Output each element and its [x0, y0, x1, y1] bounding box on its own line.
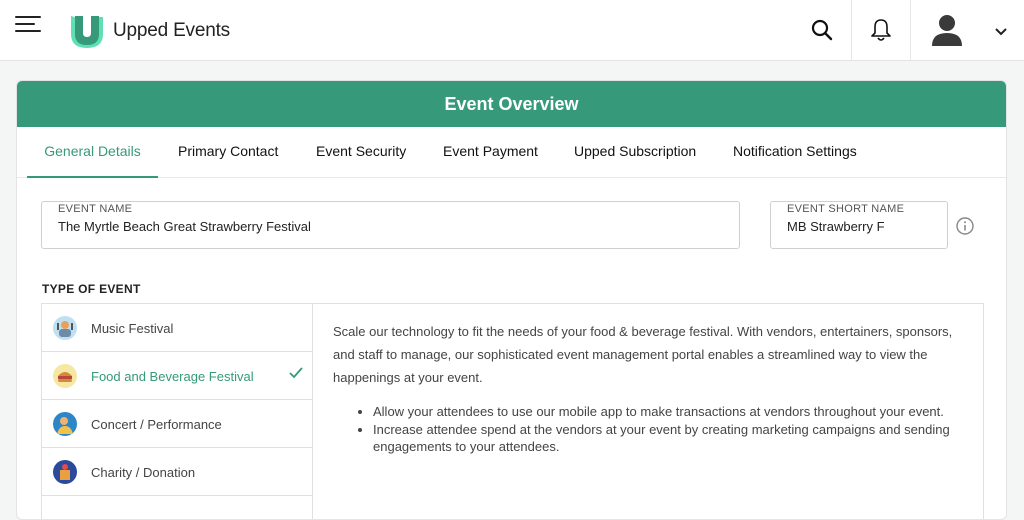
event-name-value[interactable]: The Myrtle Beach Great Strawberry Festiv… [58, 219, 311, 234]
food-festival-icon [53, 364, 77, 388]
type-of-event-title: TYPE OF EVENT [42, 282, 141, 296]
info-icon[interactable] [956, 217, 974, 235]
description-bullets: Allow your attendees to use our mobile a… [373, 403, 963, 455]
card-title: Event Overview [17, 81, 1006, 127]
description-bullet: Allow your attendees to use our mobile a… [373, 403, 963, 420]
tab-event-security[interactable]: Event Security [316, 127, 406, 178]
tab-notification-settings[interactable]: Notification Settings [733, 127, 857, 178]
tab-upped-subscription[interactable]: Upped Subscription [574, 127, 696, 178]
tab-event-payment[interactable]: Event Payment [443, 127, 538, 178]
event-type-label: Charity / Donation [91, 465, 196, 480]
tab-primary-contact[interactable]: Primary Contact [178, 127, 278, 178]
event-type-label: Food and Beverage Festival [91, 369, 254, 384]
event-name-label: EVENT NAME [58, 203, 133, 215]
description-text: Scale our technology to fit the needs of… [333, 324, 953, 385]
top-bar: Upped Events [0, 0, 1024, 61]
user-menu[interactable] [911, 0, 1024, 60]
tab-bar: General Details Primary Contact Event Se… [17, 127, 1006, 178]
event-type-label: Music Festival [91, 321, 174, 336]
charity-icon [53, 460, 77, 484]
description-bullet: Increase attendee spend at the vendors a… [373, 421, 963, 455]
bell-icon [871, 19, 891, 41]
event-type-label: Concert / Performance [91, 417, 222, 432]
event-short-name-label: EVENT SHORT NAME [787, 203, 905, 215]
search-icon [811, 19, 833, 41]
event-short-name-value[interactable]: MB Strawberry F [787, 219, 885, 234]
event-type-description: Scale our technology to fit the needs of… [312, 303, 984, 519]
tab-general-details[interactable]: General Details [27, 127, 158, 178]
notifications-button[interactable] [852, 0, 910, 60]
chevron-down-icon [995, 28, 1007, 36]
event-type-food-and-beverage[interactable]: Food and Beverage Festival [42, 352, 313, 400]
event-name-field[interactable]: EVENT NAME The Myrtle Beach Great Strawb… [41, 201, 740, 249]
upped-logo[interactable] [68, 13, 106, 49]
concert-icon [53, 412, 77, 436]
event-overview-card: Event Overview General Details Primary C… [16, 80, 1007, 520]
event-short-name-field[interactable]: EVENT SHORT NAME MB Strawberry F [770, 201, 948, 249]
user-avatar-icon [931, 15, 962, 46]
music-festival-icon [53, 316, 77, 340]
event-type-music-festival[interactable]: Music Festival [42, 304, 313, 352]
check-icon [289, 367, 303, 379]
event-type-concert-performance[interactable]: Concert / Performance [42, 400, 313, 448]
menu-icon[interactable] [15, 16, 43, 34]
event-type-list: Music Festival Food and Beverage Festiva… [41, 303, 313, 519]
event-type-charity-donation[interactable]: Charity / Donation [42, 448, 313, 496]
search-button[interactable] [792, 0, 852, 60]
brand-name[interactable]: Upped Events [113, 20, 230, 42]
